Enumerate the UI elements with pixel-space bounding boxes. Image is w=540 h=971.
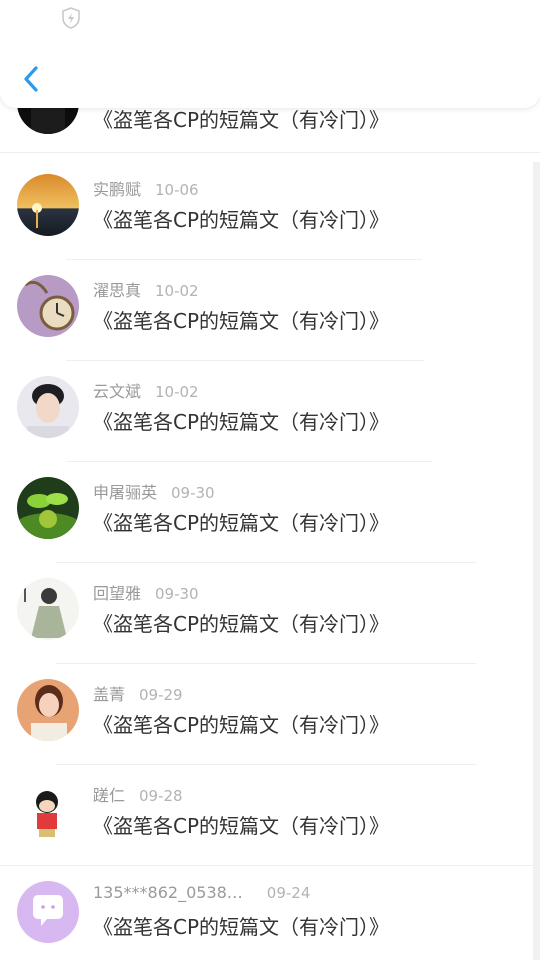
comment-title: 《盗笔各CP的短篇文（有冷门）》	[93, 410, 390, 434]
comment-meta: 135***862_0538… 09-24	[93, 883, 310, 907]
comment-list: 《盗笔各CP的短篇文（有冷门）》 实鹏赋 10-06 《盗笔各CP的短篇文（有冷门…	[0, 0, 540, 960]
list-item[interactable]: 实鹏赋 10-06 《盗笔各CP的短篇文（有冷门）》	[0, 164, 540, 264]
comment-meta: 蹉仁 09-28	[93, 782, 183, 806]
avatar[interactable]	[17, 376, 79, 438]
comment-date: 09-28	[139, 787, 183, 805]
comment-title: 《盗笔各CP的短篇文（有冷门）》	[93, 208, 390, 232]
chevron-left-icon	[14, 66, 50, 102]
comment-date: 09-30	[171, 484, 215, 502]
comment-date: 10-06	[155, 181, 199, 199]
list-item[interactable]: 135***862_0538… 09-24 《盗笔各CP的短篇文（有冷门）》	[0, 871, 540, 971]
divider	[66, 461, 432, 462]
comment-title: 《盗笔各CP的短篇文（有冷门）》	[93, 108, 390, 132]
avatar[interactable]	[17, 780, 79, 842]
list-item[interactable]: 申屠骊英 09-30 《盗笔各CP的短篇文（有冷门）》	[0, 467, 540, 567]
comment-date: 10-02	[155, 282, 199, 300]
comment-title: 《盗笔各CP的短篇文（有冷门）》	[93, 511, 390, 535]
back-button[interactable]	[14, 62, 50, 98]
divider	[66, 360, 424, 361]
avatar[interactable]	[17, 881, 79, 943]
avatar[interactable]	[17, 477, 79, 539]
username[interactable]: 濯思真	[93, 281, 141, 300]
comment-date: 09-29	[139, 686, 183, 704]
comment-meta: 濯思真 10-02	[93, 277, 199, 301]
comment-meta: 云文斌 10-02	[93, 378, 199, 402]
divider	[56, 764, 476, 765]
divider	[56, 663, 476, 664]
username[interactable]: 盖菁	[93, 685, 125, 704]
comment-meta: 回望雅 09-30	[93, 580, 199, 604]
comment-title: 《盗笔各CP的短篇文（有冷门）》	[93, 713, 390, 737]
comment-title: 《盗笔各CP的短篇文（有冷门）》	[93, 309, 390, 333]
username[interactable]: 回望雅	[93, 584, 141, 603]
username[interactable]: 申屠骊英	[93, 483, 157, 502]
username[interactable]: 云文斌	[93, 382, 141, 401]
divider	[0, 865, 540, 866]
comment-date: 10-02	[155, 383, 199, 401]
comment-title: 《盗笔各CP的短篇文（有冷门）》	[93, 915, 390, 939]
comment-meta: 申屠骊英 09-30	[93, 479, 215, 503]
comment-meta: 实鹏赋 10-06	[93, 176, 199, 200]
avatar[interactable]	[17, 275, 79, 337]
avatar[interactable]	[17, 578, 79, 640]
comment-date: 09-30	[155, 585, 199, 603]
scrollbar[interactable]	[533, 162, 540, 960]
comment-date: 09-24	[266, 884, 311, 902]
divider	[56, 562, 476, 563]
divider	[66, 259, 422, 260]
list-item[interactable]: 蹉仁 09-28 《盗笔各CP的短篇文（有冷门）》	[0, 770, 540, 870]
list-item[interactable]: 濯思真 10-02 《盗笔各CP的短篇文（有冷门）》	[0, 265, 540, 365]
comment-title: 《盗笔各CP的短篇文（有冷门）》	[93, 612, 390, 636]
avatar[interactable]	[17, 174, 79, 236]
username[interactable]: 135***862_0538…	[93, 883, 243, 902]
comment-title: 《盗笔各CP的短篇文（有冷门）》	[93, 814, 390, 838]
divider	[0, 152, 540, 153]
avatar[interactable]	[17, 679, 79, 741]
list-item[interactable]: 云文斌 10-02 《盗笔各CP的短篇文（有冷门）》	[0, 366, 540, 466]
list-item[interactable]: 回望雅 09-30 《盗笔各CP的短篇文（有冷门）》	[0, 568, 540, 668]
username[interactable]: 实鹏赋	[93, 180, 141, 199]
list-item[interactable]: 盖菁 09-29 《盗笔各CP的短篇文（有冷门）》	[0, 669, 540, 769]
shield-lightning-icon	[60, 6, 82, 30]
top-bar	[0, 0, 540, 108]
comment-meta: 盖菁 09-29	[93, 681, 183, 705]
username[interactable]: 蹉仁	[93, 786, 125, 805]
